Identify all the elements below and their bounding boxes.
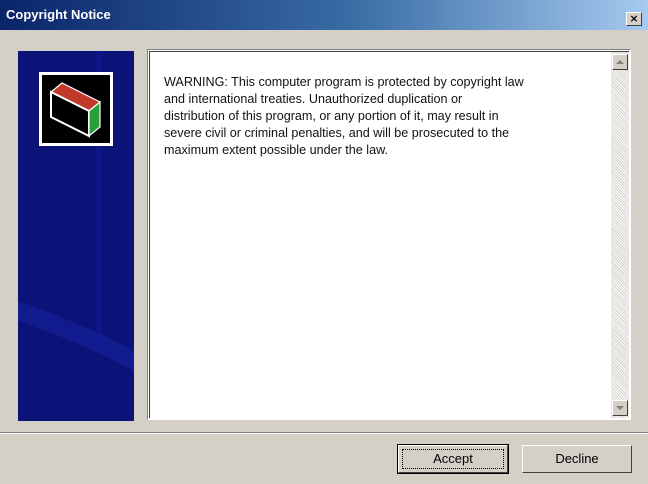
product-box-icon: [39, 72, 113, 146]
close-icon: ×: [629, 12, 639, 25]
copyright-warning-text: WARNING: This computer program is protec…: [164, 75, 524, 157]
scroll-down-button[interactable]: [612, 400, 628, 416]
license-text-area: WARNING: This computer program is protec…: [149, 51, 629, 418]
scroll-up-button[interactable]: [612, 54, 628, 70]
vertical-scrollbar[interactable]: [611, 52, 629, 418]
decline-button-label: Decline: [555, 451, 599, 466]
focus-ring: [402, 449, 504, 469]
window-title: Copyright Notice: [6, 7, 111, 22]
license-text-box[interactable]: WARNING: This computer program is protec…: [147, 49, 631, 420]
accept-button[interactable]: Accept: [397, 444, 509, 474]
product-logo: [39, 72, 113, 146]
copyright-dialog: Copyright Notice × WARNING: This compute…: [0, 0, 648, 484]
close-button[interactable]: ×: [626, 12, 642, 26]
title-bar[interactable]: Copyright Notice ×: [0, 0, 648, 30]
decline-button[interactable]: Decline: [522, 445, 632, 473]
arrow-down-icon: [616, 406, 624, 410]
arrow-up-icon: [616, 60, 624, 64]
side-banner: [18, 51, 134, 421]
button-bar-divider: [0, 432, 648, 434]
